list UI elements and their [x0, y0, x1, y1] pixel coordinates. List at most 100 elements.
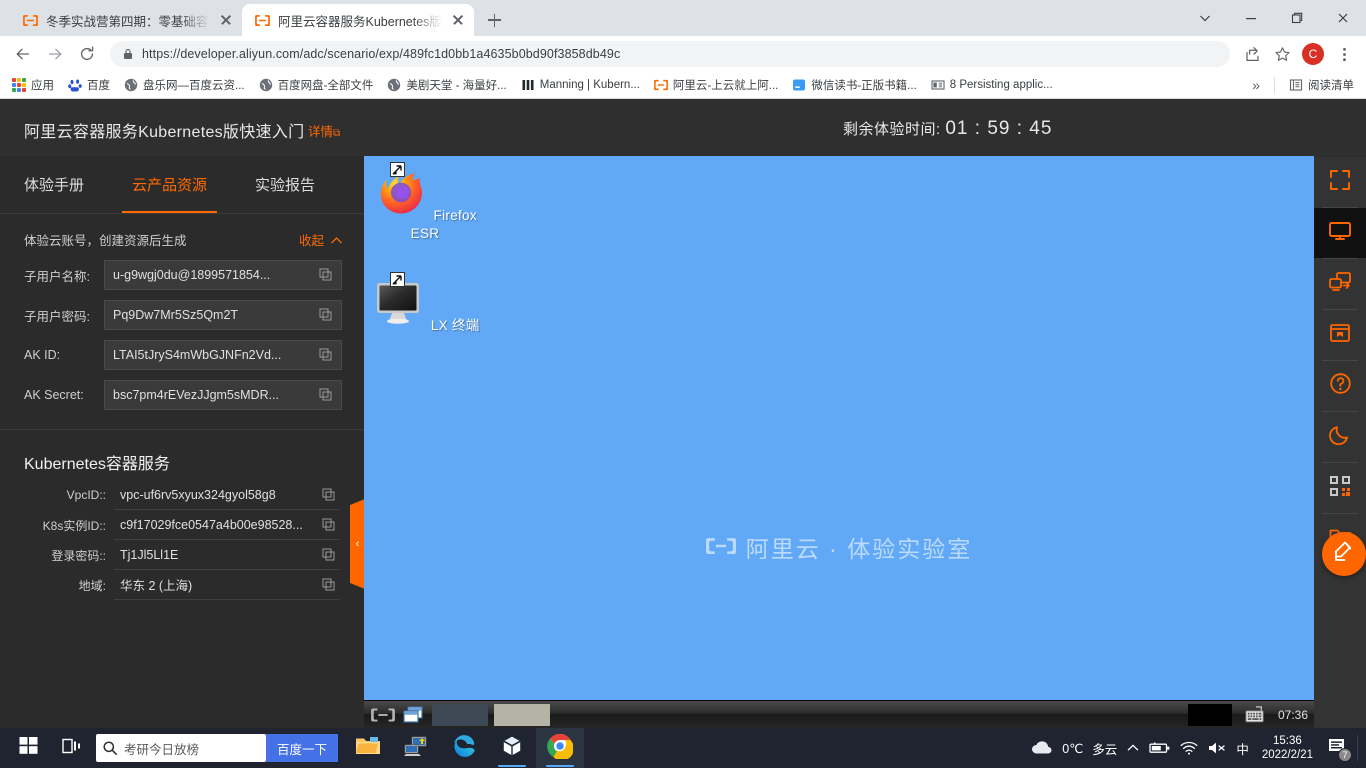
bookmark-baidu-pan[interactable]: 百度网盘-全部文件	[253, 75, 380, 95]
share-icon[interactable]	[1238, 40, 1266, 68]
taskbar-app-virtualbox[interactable]	[488, 728, 536, 768]
battery-icon[interactable]	[1149, 741, 1171, 755]
panel-collapse-handle[interactable]: ‹	[350, 499, 365, 589]
tray-overflow-chevron-icon[interactable]	[1126, 741, 1140, 755]
copy-icon[interactable]	[322, 548, 336, 562]
bookmark-meiju[interactable]: 美剧天堂 - 海量好...	[381, 75, 512, 95]
k8s-field-instance-id: K8s实例ID:: c9f17029fce0547a4b00e98528...	[24, 510, 340, 540]
divider	[1357, 735, 1358, 761]
field-value-box[interactable]: bsc7pm4rEVezJJgm5sMDR...	[104, 380, 342, 410]
baidu-search-button[interactable]: 百度一下	[266, 734, 338, 762]
taskbar-app-google-chrome[interactable]	[536, 728, 584, 768]
minimize-button[interactable]	[1228, 0, 1274, 36]
desktop-icon-terminal[interactable]: LX 终端	[370, 272, 480, 335]
bookmark-panlewang[interactable]: 盘乐网—百度云资...	[118, 75, 251, 95]
feedback-fab-button[interactable]	[1322, 532, 1366, 576]
tab-lab-report[interactable]: 实验报告	[255, 156, 315, 213]
taskbar-window-1[interactable]	[432, 703, 488, 726]
rail-item-qr-code[interactable]	[1314, 463, 1366, 513]
field-ak-id: AK ID: LTAI5tJryS4mWbGJNFn2Vd...	[0, 335, 364, 375]
taskbar-app-file-explorer[interactable]	[344, 728, 392, 768]
task-view-button[interactable]	[50, 728, 94, 768]
field-value-box[interactable]: LTAI5tJryS4mWbGJNFn2Vd...	[104, 340, 342, 370]
rail-item-help[interactable]	[1314, 361, 1366, 411]
bookmark-aliyun[interactable]: 阿里云-上云就上阿...	[648, 75, 784, 95]
collapse-account-button[interactable]: 收起	[299, 230, 342, 249]
taskbar-clock[interactable]: 15:36 2022/2/21	[1258, 734, 1317, 763]
k8s-field-vpcid: VpcID:: vpc-uf6rv5xyux324gyol58g8	[24, 480, 340, 510]
chrome-menu-icon[interactable]	[1330, 40, 1358, 68]
taskbar-app-microsoft-edge[interactable]	[440, 728, 488, 768]
copy-icon[interactable]	[322, 578, 336, 592]
rail-item-archive[interactable]	[1314, 310, 1366, 360]
rail-item-screen-share[interactable]	[1314, 259, 1366, 309]
tab-manual[interactable]: 体验手册	[24, 156, 84, 213]
vnc-viewport[interactable]: Firefox ESR LX 终端 阿里云 · 体验实验室	[364, 156, 1314, 768]
field-value: c9f17029fce0547a4b00e98528...	[120, 517, 303, 532]
field-value-box[interactable]: c9f17029fce0547a4b00e98528...	[114, 510, 340, 540]
reload-button[interactable]	[72, 39, 102, 69]
aliyun-icon	[254, 12, 270, 28]
copy-icon[interactable]	[322, 518, 336, 532]
volume-muted-icon[interactable]	[1207, 741, 1227, 755]
rail-item-fullscreen[interactable]	[1314, 157, 1366, 207]
window-switch-icon[interactable]	[402, 704, 426, 726]
weather-desc: 多云	[1092, 742, 1118, 757]
bookmark-baidu[interactable]: 百度	[62, 75, 116, 95]
desktop-icon-firefox[interactable]: Firefox ESR	[370, 162, 480, 243]
bookmark-label: 8 Persisting applic...	[949, 79, 1053, 91]
window-controls	[1182, 0, 1366, 36]
vnc-logo-icon	[370, 704, 396, 726]
new-tab-button[interactable]	[480, 6, 508, 34]
keyboard-icon[interactable]	[1244, 704, 1266, 726]
reading-list-label: 阅读清单	[1308, 80, 1354, 92]
start-button[interactable]	[6, 728, 50, 768]
field-value-box[interactable]: 华东 2 (上海)	[114, 570, 340, 600]
k8s-section-heading: Kubernetes容器服务	[24, 456, 170, 473]
taskbar-app-remote-desktop[interactable]	[392, 728, 440, 768]
detail-link[interactable]: 详情⧉	[308, 121, 340, 140]
field-value-box[interactable]: Pq9Dw7Mr5Sz5Qm2T	[104, 300, 342, 330]
tab-cloud-resources[interactable]: 云产品资源	[122, 156, 218, 213]
forward-button[interactable]	[40, 39, 70, 69]
field-value-box[interactable]: vpc-uf6rv5xyux324gyol58g8	[114, 480, 340, 510]
wifi-icon[interactable]	[1180, 741, 1198, 755]
notification-center-button[interactable]: 7	[1326, 737, 1352, 762]
folder-icon	[355, 735, 381, 762]
browser-tab-1[interactable]: 冬季实战营第四期：零基础容器	[10, 4, 242, 36]
copy-icon[interactable]	[319, 348, 333, 362]
rail-item-display[interactable]	[1314, 208, 1366, 258]
bookmark-manning[interactable]: Manning | Kubern...	[515, 76, 646, 94]
close-window-button[interactable]	[1320, 0, 1366, 36]
taskbar-window-2[interactable]	[494, 703, 550, 726]
browser-tab-1-title: 冬季实战营第四期：零基础容器	[46, 14, 210, 29]
copy-icon[interactable]	[319, 268, 333, 282]
copy-icon[interactable]	[322, 488, 336, 502]
account-section-header: 体验云账号，创建资源后生成 收起	[0, 214, 364, 255]
bookmark-weread[interactable]: 微信读书-正版书籍...	[786, 75, 922, 95]
browser-tab-2[interactable]: 阿里云容器服务Kubernetes版快	[242, 4, 474, 36]
weather-cloud-icon[interactable]	[1031, 740, 1053, 756]
ime-indicator[interactable]: 中	[1236, 739, 1249, 758]
address-bar[interactable]: https://developer.aliyun.com/adc/scenari…	[110, 41, 1230, 67]
chevron-down-icon[interactable]	[1182, 0, 1228, 36]
bookmark-persisting[interactable]: 8 Persisting applic...	[925, 76, 1059, 94]
close-icon[interactable]	[218, 12, 234, 28]
field-value-box[interactable]: Tj1Jl5Ll1E	[114, 540, 340, 570]
close-icon[interactable]	[450, 12, 466, 28]
field-value: vpc-uf6rv5xyux324gyol58g8	[120, 487, 276, 502]
search-box[interactable]: 考研今日放榜	[96, 734, 266, 762]
copy-icon[interactable]	[319, 388, 333, 402]
maximize-button[interactable]	[1274, 0, 1320, 36]
rail-item-night-mode[interactable]	[1314, 412, 1366, 462]
bookmarks-overflow-button[interactable]: »	[1246, 75, 1266, 95]
reading-list-button[interactable]: 阅读清单	[1283, 75, 1360, 95]
remote-desktop[interactable]: Firefox ESR LX 终端 阿里云 · 体验实验室	[364, 156, 1314, 768]
field-value-box[interactable]: u-g9wgj0du@1899571854...	[104, 260, 342, 290]
bookmark-star-icon[interactable]	[1268, 40, 1296, 68]
bookmark-apps[interactable]: 应用	[6, 75, 60, 95]
profile-avatar[interactable]: C	[1302, 43, 1324, 65]
aliyun-icon	[22, 12, 38, 28]
back-button[interactable]	[8, 39, 38, 69]
copy-icon[interactable]	[319, 308, 333, 322]
